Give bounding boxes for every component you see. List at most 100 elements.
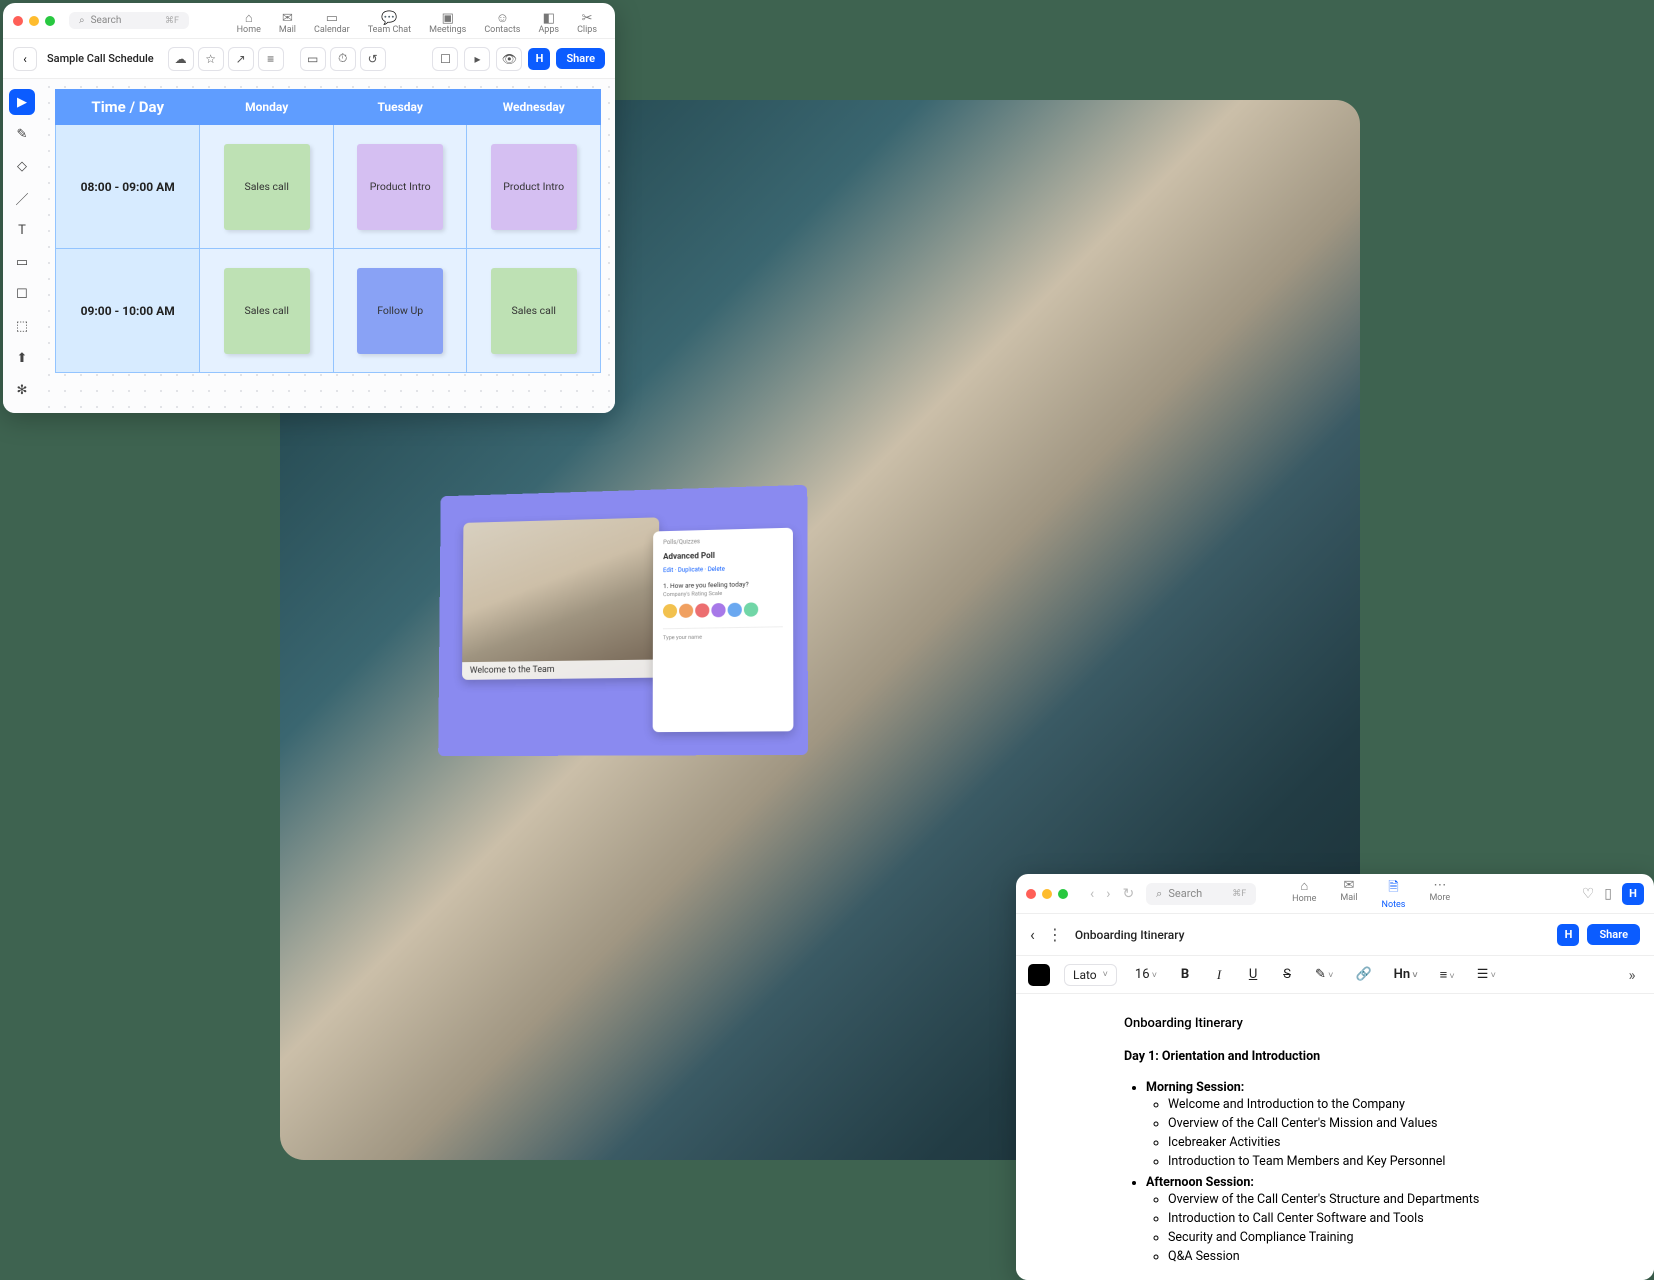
format-toolbar: Lato ˅ 16 ˅ B I U S ✎ ˅ 🔗 Hn ˅ ≡ ˅ ☰ ˅ » [1016,956,1654,994]
nav-tab-home[interactable]: ⌂Home [1280,878,1328,910]
record-icon[interactable]: ▸ [464,47,490,71]
nav-tab-team-chat[interactable]: 💬Team Chat [360,7,419,35]
comment-tool[interactable]: ☐ [9,281,35,307]
schedule-card[interactable]: Product Intro [357,144,443,230]
session-item: Overview of the Call Center's Structure … [1168,1190,1642,1209]
document-body[interactable]: Onboarding Itinerary Day 1: Orientation … [1016,994,1654,1280]
align-button[interactable]: ≡ ˅ [1436,965,1459,985]
document-title[interactable]: Sample Call Schedule [47,52,154,65]
back-button[interactable]: ‹ [13,47,37,71]
nav-tab-mail[interactable]: ✉Mail [271,7,304,35]
pointer-tool[interactable]: ▶ [9,89,35,115]
upload-tool[interactable]: ⬆ [9,345,35,371]
nav-tab-calendar[interactable]: ▭Calendar [306,7,358,35]
schedule-card[interactable]: Product Intro [491,144,577,230]
schedule-card[interactable]: Sales call [224,268,310,354]
minimize-icon[interactable] [29,16,39,26]
star-icon[interactable]: ☆ [198,47,224,71]
list-button[interactable]: ☰ ˅ [1473,965,1500,984]
color-swatch[interactable] [1028,964,1050,986]
app-nav-tabs: ⌂Home✉Mail▭Calendar💬Team Chat▣Meetings☺C… [229,7,605,35]
history-icon[interactable]: ↺ [360,47,386,71]
minimize-icon[interactable] [1042,889,1052,899]
shape-tool[interactable]: ◇ [9,153,35,179]
poll-links: Edit · Duplicate · Delete [663,564,783,574]
collaborator-avatar[interactable]: H [1557,924,1579,946]
cloud-sync-icon[interactable]: ☁ [168,47,194,71]
schedule-table: Time / DayMondayTuesdayWednesday 08:00 -… [55,89,601,373]
share-button[interactable]: Share [556,48,605,69]
apps-icon: ◧ [543,12,555,25]
team chat-icon: 💬 [381,12,397,25]
document-title[interactable]: Onboarding Itinerary [1075,928,1185,942]
line-tool[interactable]: ／ [9,185,35,211]
global-search[interactable]: ⌕ Search ⌘F [1146,883,1256,905]
nav-tab-meetings[interactable]: ▣Meetings [421,7,474,35]
schedule-card[interactable]: Sales call [224,144,310,230]
close-icon[interactable] [1026,889,1036,899]
text-tool[interactable]: T [9,217,35,243]
sticky-tool[interactable]: ▭ [9,249,35,275]
schedule-header-cell: Time / Day [56,90,200,125]
bell-icon[interactable]: ♡ [1582,886,1595,902]
window-traffic-lights[interactable] [1026,889,1068,899]
back-button[interactable]: ‹ [1030,925,1035,944]
home-icon: ⌂ [1300,878,1308,894]
notes-subheader: ‹ ⋮ Onboarding Itinerary H Share [1016,914,1654,956]
highlight-button[interactable]: ✎ ˅ [1311,965,1337,984]
font-select[interactable]: Lato ˅ [1064,964,1117,986]
frame-tool[interactable]: ⬚ [9,313,35,339]
user-avatar[interactable]: H [1622,883,1644,905]
toolbar-expand-icon[interactable]: » [1622,964,1642,986]
nav-tab-mail[interactable]: ✉Mail [1328,878,1369,910]
pen-tool[interactable]: ✎ [9,121,35,147]
nav-tab-clips[interactable]: ✂Clips [569,7,605,35]
panel-icon[interactable]: ▯ [1604,886,1612,902]
nav-tab-notes[interactable]: 🗎Notes [1370,878,1418,910]
session-item: Introduction to Team Members and Key Per… [1168,1152,1642,1171]
close-icon[interactable] [13,16,23,26]
nav-tab-home[interactable]: ⌂Home [229,7,269,35]
poll-subtitle: Company's Rating Scale [663,590,783,598]
stamp-tool[interactable]: ✻ [9,377,35,403]
maximize-icon[interactable] [1058,889,1068,899]
schedule-cell: Product Intro [467,125,601,249]
share-button[interactable]: Share [1587,924,1640,945]
schedule-card[interactable]: Follow Up [357,268,443,354]
link-button[interactable]: 🔗 [1351,965,1375,984]
day-heading: Day 1: Orientation and Introduction [1124,1049,1642,1064]
font-name: Lato [1073,968,1097,982]
mail-icon: ✉ [282,12,293,25]
home-icon: ⌂ [245,12,253,25]
history-reload-button[interactable]: ↻ [1118,884,1138,904]
whiteboard-canvas[interactable]: Time / DayMondayTuesdayWednesday 08:00 -… [41,79,615,413]
history-forward-button[interactable]: › [1102,884,1114,904]
user-avatar[interactable]: H [528,48,550,70]
app-nav-tabs: ⌂Home✉Mail🗎Notes⋯More [1280,878,1462,910]
strikethrough-button[interactable]: S [1277,965,1297,984]
session-item: Introduction to Call Center Software and… [1168,1209,1642,1228]
list-icon[interactable]: ≡ [258,47,284,71]
view-icon[interactable]: 👁 [496,47,522,71]
underline-button[interactable]: U [1243,965,1263,984]
schedule-card[interactable]: Sales call [491,268,577,354]
bold-button[interactable]: B [1175,965,1195,984]
nav-tab-more[interactable]: ⋯More [1417,878,1462,910]
calendar-icon: ▭ [326,12,338,25]
global-search[interactable]: ⌕ Search ⌘F [69,12,189,29]
font-size-select[interactable]: 16 ˅ [1131,965,1161,984]
history-back-button[interactable]: ‹ [1086,884,1098,904]
present-icon[interactable]: ▭ [300,47,326,71]
comment-icon[interactable]: ☐ [432,47,458,71]
window-traffic-lights[interactable] [13,16,55,26]
italic-button[interactable]: I [1209,965,1229,985]
maximize-icon[interactable] [45,16,55,26]
nav-tab-contacts[interactable]: ☺Contacts [476,7,528,35]
meetings-icon: ▣ [442,12,454,25]
schedule-cell: Product Intro [333,125,467,249]
timer-icon[interactable]: ⏱ [330,47,356,71]
share-link-icon[interactable]: ↗ [228,47,254,71]
nav-tab-apps[interactable]: ◧Apps [530,7,567,35]
more-menu-icon[interactable]: ⋮ [1047,925,1063,944]
heading-button[interactable]: Hn ˅ [1390,965,1422,984]
